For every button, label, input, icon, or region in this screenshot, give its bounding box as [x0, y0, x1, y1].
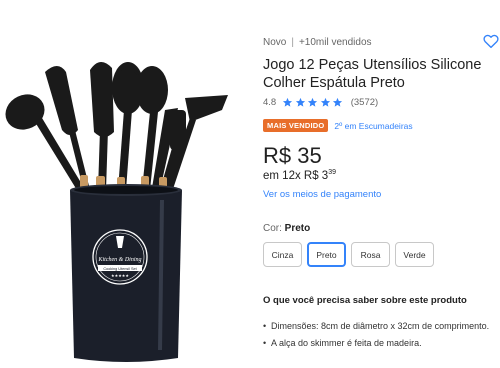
payment-methods-link[interactable]: Ver os meios de pagamento	[263, 189, 381, 200]
bestseller-badge: MAIS VENDIDO	[263, 119, 329, 132]
installment-cents: 39	[328, 169, 336, 176]
holder-body: Kitchen & Dining Cooking Utensil Set ★★★…	[70, 184, 182, 362]
condition-label: Novo	[263, 37, 287, 48]
holder-logo-text: Kitchen & Dining	[98, 257, 142, 263]
color-label-prefix: Cor:	[263, 223, 285, 234]
utensil-holder-illustration: Kitchen & Dining Cooking Utensil Set ★★★…	[5, 61, 228, 362]
product-subtitle: Novo | +10mil vendidos	[263, 37, 372, 48]
rating-count: (3572)	[350, 97, 379, 108]
utensils-icon	[5, 61, 228, 195]
installment-price: em 12x R$ 339	[263, 169, 336, 182]
star-icon	[308, 97, 318, 107]
price: R$ 35	[263, 143, 322, 168]
color-option-preto[interactable]: Preto	[307, 242, 346, 267]
star-icon	[320, 97, 330, 107]
sold-count: +10mil vendidos	[298, 37, 372, 48]
subtitle-separator: |	[291, 37, 294, 48]
rating-score: 4.8	[263, 97, 277, 108]
rating-stars	[282, 97, 345, 108]
features-list: Dimensões: 8cm de diâmetro x 32cm de com…	[263, 319, 495, 352]
holder-logo-subtext: Cooking Utensil Set	[103, 267, 137, 271]
color-selected-value: Preto	[284, 223, 311, 234]
feature-item: Dimensões: 8cm de diâmetro x 32cm de com…	[263, 319, 495, 334]
product-title: Jogo 12 Peças Utensílios Silicone Colher…	[263, 57, 482, 91]
color-label: Cor: Preto	[263, 223, 310, 234]
features-title: O que você precisa saber sobre este prod…	[263, 295, 467, 306]
installment-amount: em 12x R$ 3	[263, 170, 329, 182]
product-info: Novo | +10mil vendidos Jogo 12 Peças Utens…	[263, 0, 500, 368]
product-image[interactable]: Kitchen & Dining Cooking Utensil Set ★★★…	[0, 0, 250, 368]
rating[interactable]: 4.8 (3572)	[263, 97, 378, 108]
star-icon	[295, 97, 305, 107]
color-option-cinza[interactable]: Cinza	[263, 242, 302, 267]
feature-item: A alça do skimmer é feita de madeira.	[263, 336, 495, 351]
favorite-button[interactable]	[482, 32, 500, 50]
star-icon	[333, 97, 343, 107]
heart-outline-icon	[483, 34, 499, 49]
color-option-rosa[interactable]: Rosa	[351, 242, 390, 267]
category-rank-link[interactable]: 2º em Escumadeiras	[334, 121, 412, 131]
color-option-verde[interactable]: Verde	[395, 242, 434, 267]
star-icon	[283, 97, 293, 107]
color-options: Cinza Preto Rosa Verde	[263, 242, 439, 267]
svg-text:★★★★★: ★★★★★	[111, 273, 129, 278]
bestseller-row: MAIS VENDIDO 2º em Escumadeiras	[263, 119, 413, 132]
